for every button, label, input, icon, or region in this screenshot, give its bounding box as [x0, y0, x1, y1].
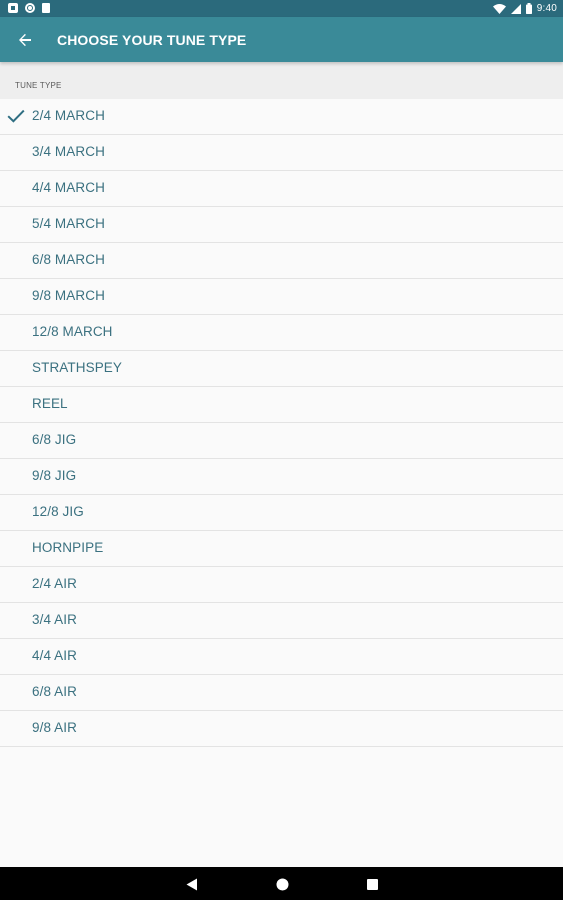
- list-item-label: 5/4 MARCH: [32, 216, 105, 231]
- status-time: 9:40: [536, 3, 557, 14]
- list-item-label: 9/8 AIR: [32, 720, 77, 735]
- list-item-label: HORNPIPE: [32, 540, 104, 555]
- list-item-label: 9/8 MARCH: [32, 288, 105, 303]
- nav-back-button[interactable]: [184, 876, 200, 892]
- list-item-label: 9/8 JIG: [32, 468, 77, 483]
- list-item-label: 4/4 MARCH: [32, 180, 105, 195]
- list-item-label: 3/4 AIR: [32, 612, 77, 627]
- home-circle-icon: [276, 878, 288, 890]
- page-title: CHOOSE YOUR TUNE TYPE: [57, 32, 247, 48]
- system-nav-bar: [0, 867, 563, 900]
- list-item[interactable]: 6/8 MARCH: [0, 243, 563, 279]
- checkmark-icon: [7, 109, 25, 123]
- list-item[interactable]: 4/4 AIR: [0, 639, 563, 675]
- list-item[interactable]: 9/8 JIG: [0, 459, 563, 495]
- list-item-label: REEL: [32, 396, 68, 411]
- wifi-icon: [492, 3, 506, 14]
- list-item-label: 2/4 MARCH: [32, 108, 105, 123]
- section-header: TUNE TYPE: [0, 62, 563, 99]
- tune-type-list: 2/4 MARCH 3/4 MARCH 4/4 MARCH 5/4 MARCH …: [0, 99, 563, 747]
- list-item-label: 6/8 MARCH: [32, 252, 105, 267]
- list-item[interactable]: 2/4 AIR: [0, 567, 563, 603]
- back-triangle-icon: [186, 878, 197, 890]
- list-item[interactable]: STRATHSPEY: [0, 351, 563, 387]
- notification-square-icon: [8, 3, 18, 13]
- status-system: 9:40: [492, 1, 557, 16]
- list-item[interactable]: 3/4 MARCH: [0, 135, 563, 171]
- list-item-label: 2/4 AIR: [32, 576, 77, 591]
- list-item-label: STRATHSPEY: [32, 360, 123, 375]
- list-item[interactable]: REEL: [0, 387, 563, 423]
- back-button[interactable]: [12, 27, 38, 53]
- list-item[interactable]: 6/8 JIG: [0, 423, 563, 459]
- signal-icon: [510, 3, 521, 14]
- list-item[interactable]: 3/4 AIR: [0, 603, 563, 639]
- sd-card-icon: [42, 3, 50, 13]
- list-item-label: 12/8 JIG: [32, 504, 84, 519]
- notification-circle-icon: [25, 3, 35, 13]
- app-bar: CHOOSE YOUR TUNE TYPE: [0, 17, 563, 62]
- list-item-label: 12/8 MARCH: [32, 324, 113, 339]
- list-item-label: 3/4 MARCH: [32, 144, 105, 159]
- list-item-label: 4/4 AIR: [32, 648, 77, 663]
- battery-icon: [525, 3, 532, 14]
- status-notifications: [8, 3, 50, 13]
- list-item[interactable]: HORNPIPE: [0, 531, 563, 567]
- nav-home-button[interactable]: [274, 876, 290, 892]
- list-item-label: 6/8 AIR: [32, 684, 77, 699]
- list-item[interactable]: 9/8 AIR: [0, 711, 563, 747]
- arrow-left-icon: [19, 33, 31, 47]
- nav-recents-button[interactable]: [364, 876, 380, 892]
- status-bar: 9:40: [0, 0, 563, 17]
- list-item[interactable]: 2/4 MARCH: [0, 99, 563, 135]
- tune-type-screen: 9:40 CHOOSE YOUR TUNE TYPE TUNE TYPE 2/4…: [0, 0, 563, 900]
- list-item-label: 6/8 JIG: [32, 432, 77, 447]
- list-item[interactable]: 6/8 AIR: [0, 675, 563, 711]
- list-item[interactable]: 9/8 MARCH: [0, 279, 563, 315]
- list-item[interactable]: 12/8 MARCH: [0, 315, 563, 351]
- list-item[interactable]: 5/4 MARCH: [0, 207, 563, 243]
- list-item[interactable]: 4/4 MARCH: [0, 171, 563, 207]
- recents-square-icon: [366, 878, 378, 890]
- list-item[interactable]: 12/8 JIG: [0, 495, 563, 531]
- section-label: TUNE TYPE: [15, 81, 62, 90]
